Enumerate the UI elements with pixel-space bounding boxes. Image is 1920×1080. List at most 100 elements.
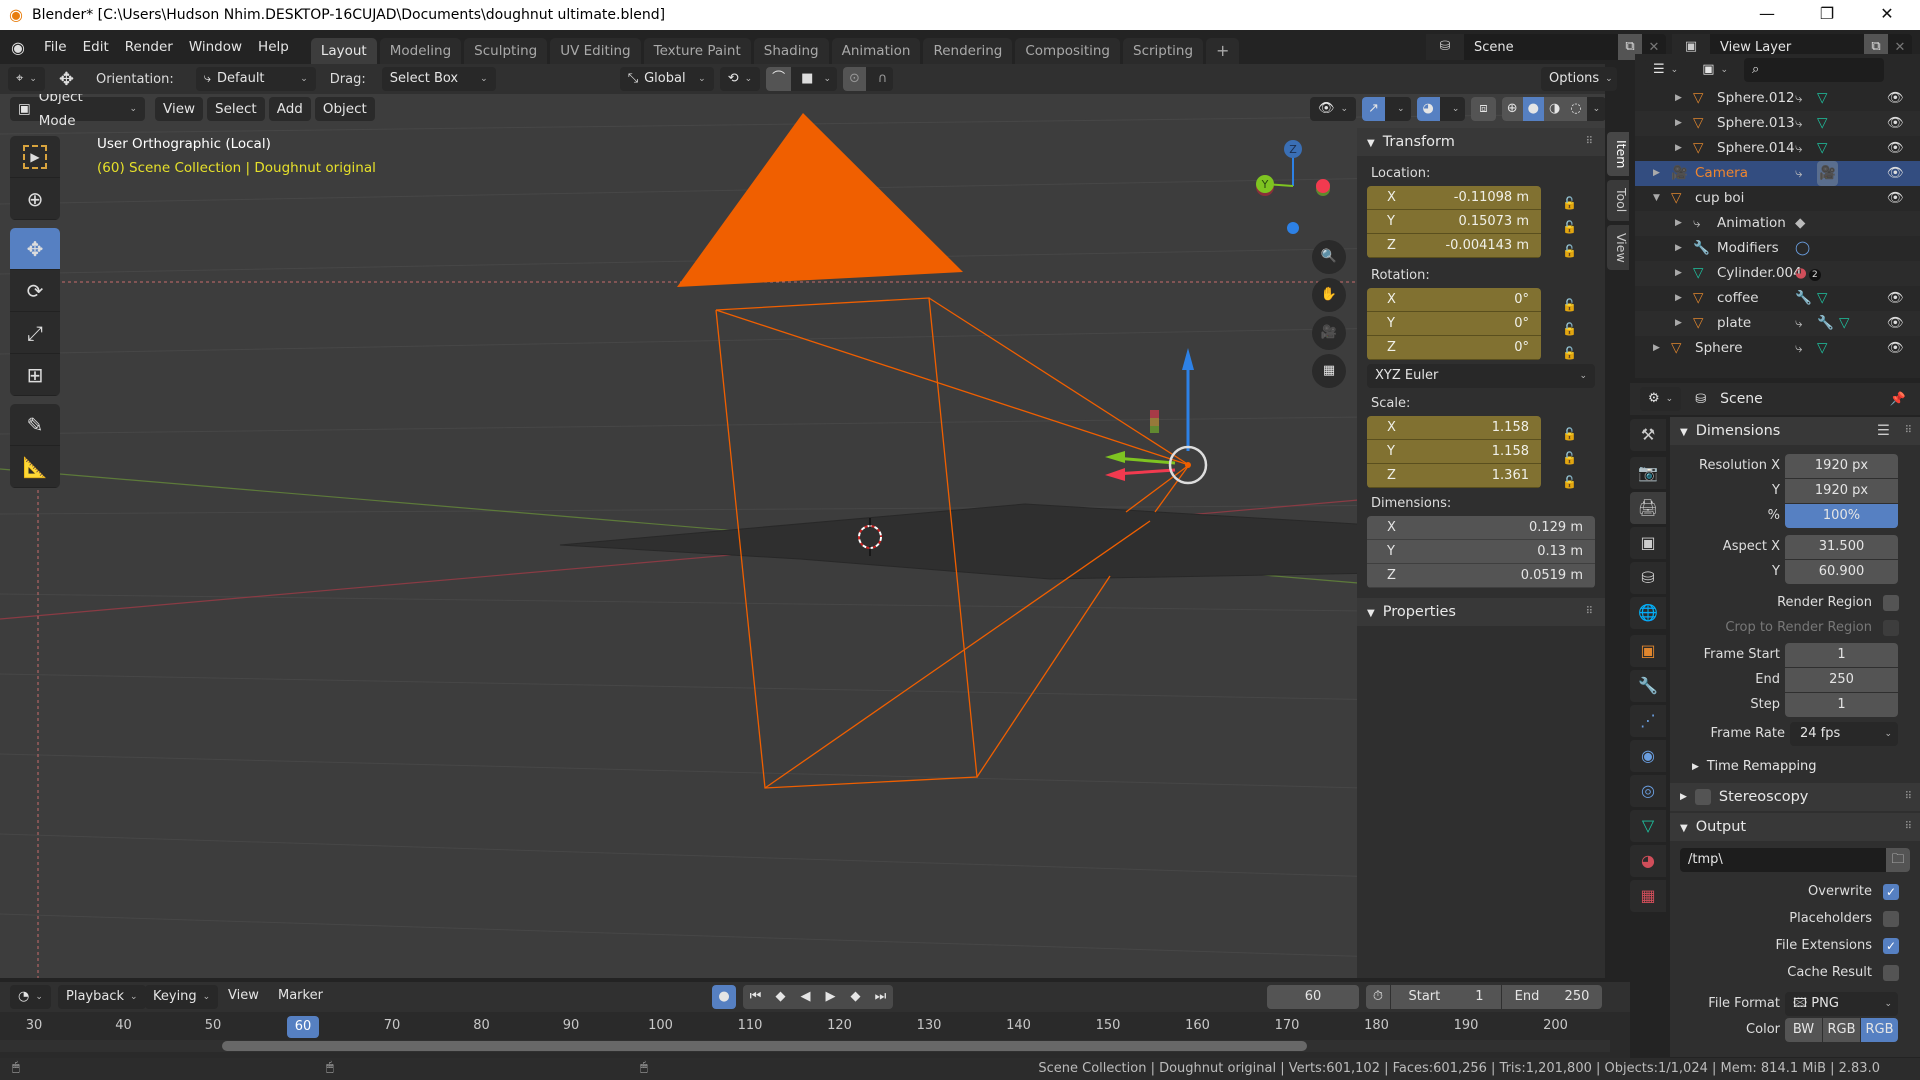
outliner-item-name[interactable]: Modifiers (1717, 236, 1779, 261)
outliner-item[interactable]: ▶ ▽ Sphere.012 ⤷ ▽ 👁 (1635, 86, 1920, 111)
tab-tool[interactable]: Tool (1607, 180, 1629, 221)
tab-uv-editing[interactable]: UV Editing (550, 38, 641, 64)
annotate-tool[interactable]: ✎ (10, 404, 60, 446)
visibility-eye-icon[interactable]: 👁 (1887, 336, 1904, 361)
resolution-y-field[interactable]: 1920 px (1785, 478, 1898, 503)
scale-tool[interactable]: ⤢ (10, 312, 60, 354)
output-path-input[interactable]: /tmp\ (1680, 847, 1886, 872)
prev-keyframe-icon[interactable]: ◆ (768, 985, 793, 1009)
transform-tool[interactable]: ⊞ (10, 354, 60, 396)
properties-editor-type[interactable]: ⚙ ⌄ (1640, 387, 1682, 411)
jump-start-icon[interactable]: ⏮ (743, 985, 768, 1009)
resolution-percent-slider[interactable]: 100% (1785, 503, 1898, 528)
drag-dropdown[interactable]: Select Box ⌄ (381, 67, 496, 91)
visibility-eye-icon[interactable]: 👁 (1887, 311, 1904, 336)
modifier-properties-tab[interactable]: 🔧 (1630, 670, 1666, 702)
aspect-x-field[interactable]: 31.500 (1785, 534, 1898, 559)
lock-location-x-icon[interactable]: 🔓 (1562, 196, 1577, 210)
cache-result-checkbox[interactable] (1883, 964, 1899, 981)
tab-view[interactable]: View (1607, 224, 1629, 271)
properties-panel-header[interactable]: ▼ Properties ⠿ (1357, 598, 1605, 626)
menu-object[interactable]: Object (314, 97, 375, 121)
end-frame-field[interactable]: End 250 (1502, 985, 1602, 1009)
outliner-item[interactable]: ▶ ⤷ Animation ◆ (1635, 211, 1920, 236)
color-rgb-button[interactable]: RGB (1823, 1017, 1860, 1042)
material-properties-tab[interactable]: ◕ (1630, 845, 1666, 877)
outliner-item[interactable]: ▶ ▽ Sphere.014 ⤷ ▽ 👁 (1635, 136, 1920, 161)
pan-hand-icon[interactable]: ✋ (1312, 278, 1346, 312)
start-frame-field[interactable]: Start 1 (1391, 985, 1501, 1009)
zoom-icon[interactable]: 🔍 (1312, 240, 1346, 274)
transform-orientation-dropdown[interactable]: ⤡ Global ⌄ (619, 67, 714, 91)
view-layer-name[interactable]: View Layer (1710, 40, 1864, 55)
file-format-dropdown[interactable]: 🖾 PNG ⌄ (1785, 991, 1898, 1016)
lock-rotation-z-icon[interactable]: 🔓 (1562, 346, 1577, 360)
frame-step-field[interactable]: 1 (1785, 692, 1898, 717)
color-bw-button[interactable]: BW (1785, 1017, 1822, 1042)
cursor-tool[interactable]: ⊕ (10, 178, 60, 220)
add-workspace-button[interactable]: + (1206, 38, 1240, 64)
current-frame-field[interactable]: 60 (1267, 985, 1359, 1009)
visibility-eye-icon[interactable]: 👁 (1887, 286, 1904, 311)
anim-icon[interactable]: ⤷ (1795, 311, 1803, 336)
visibility-eye-icon[interactable]: 👁 (1887, 136, 1904, 161)
world-properties-tab[interactable]: 🌐 (1630, 597, 1666, 629)
menu-render[interactable]: Render (117, 30, 181, 64)
close-icon[interactable]: ✕ (1864, 0, 1910, 30)
mesh-icon[interactable]: ▽ (1817, 111, 1827, 136)
expand-icon[interactable]: ▶ (1675, 311, 1682, 336)
resolution-x-field[interactable]: 1920 px (1785, 453, 1898, 478)
mesh-icon[interactable]: ▽ (1817, 336, 1827, 361)
tool-properties-tab[interactable]: ⚒ (1630, 419, 1666, 451)
outliner-item-name[interactable]: Sphere.013 (1717, 111, 1795, 136)
expand-icon[interactable]: ▶ (1675, 86, 1682, 111)
menu-select[interactable]: Select (207, 97, 265, 121)
expand-icon[interactable]: ▶ (1653, 161, 1660, 186)
select-box-tool[interactable]: ▶ (10, 136, 60, 178)
placeholders-checkbox[interactable] (1883, 910, 1899, 927)
tab-scripting[interactable]: Scripting (1123, 38, 1204, 64)
anim-icon[interactable]: ⤷ (1795, 161, 1803, 186)
folder-icon[interactable]: 🗀 (1886, 847, 1910, 872)
dimensions-panel-header[interactable]: ▼ Dimensions ☰ ⠿ (1670, 417, 1920, 445)
data-properties-tab[interactable]: ▽ (1630, 810, 1666, 842)
crop-region-checkbox[interactable] (1883, 619, 1899, 636)
visibility-eye-icon[interactable]: 👁 (1887, 111, 1904, 136)
particles-properties-tab[interactable]: ⋰ (1630, 705, 1666, 737)
tab-texture-paint[interactable]: Texture Paint (643, 38, 751, 64)
mode-dropdown[interactable]: ▣ Object Mode ⌄ (10, 94, 145, 129)
scene-selector[interactable]: ⛁ Scene ⧉ ✕ (1426, 34, 1666, 60)
visibility-dropdown[interactable]: 👁 ⌄ (1310, 97, 1357, 121)
expand-icon[interactable]: ▶ (1675, 211, 1682, 236)
ortho-grid-icon[interactable]: ▦ (1312, 354, 1346, 388)
falloff-icon[interactable]: ∩ (872, 67, 894, 91)
render-properties-tab[interactable]: 📷 (1630, 457, 1666, 489)
menu-view[interactable]: View (155, 97, 204, 121)
expand-icon[interactable]: ▶ (1675, 236, 1682, 261)
material-icon[interactable]: ◕ (1795, 261, 1807, 286)
filter-dropdown[interactable]: ▣ ⌄ (1694, 58, 1737, 82)
rotation-mode-dropdown[interactable]: XYZ Euler ⌄ (1367, 364, 1595, 388)
outliner-search-input[interactable]: ⌕ (1744, 58, 1885, 82)
snap-target-icon[interactable]: ■ (797, 67, 817, 91)
lock-location-z-icon[interactable]: 🔓 (1562, 244, 1577, 258)
tab-compositing[interactable]: Compositing (1015, 38, 1120, 64)
timeline-editor-type[interactable]: ◔ ⌄ (10, 985, 51, 1009)
tab-modeling[interactable]: Modeling (379, 38, 462, 64)
outliner-item-name[interactable]: Cylinder.004 (1717, 261, 1802, 286)
frame-rate-dropdown[interactable]: 24 fps ⌄ (1790, 721, 1898, 746)
dimensions-y-field[interactable]: Y 0.13 m (1367, 540, 1595, 564)
delete-scene-icon[interactable]: ✕ (1642, 40, 1666, 55)
mesh-icon[interactable]: ▽ (1839, 311, 1849, 336)
frame-end-field[interactable]: 250 (1785, 667, 1898, 692)
physics-properties-tab[interactable]: ◉ (1630, 740, 1666, 772)
playback-menu[interactable]: Playback ⌄ (58, 985, 146, 1009)
rotate-tool[interactable]: ⟳ (10, 270, 60, 312)
pivot-point-dropdown[interactable]: ⟲ ⌄ (719, 67, 761, 91)
menu-window[interactable]: Window (181, 30, 250, 64)
xray-toggle[interactable]: ⧈ (1471, 97, 1496, 121)
object-properties-tab[interactable]: ▣ (1630, 635, 1666, 667)
options-dropdown[interactable]: Options ⌄ (1541, 67, 1617, 91)
mesh-icon[interactable]: ▽ (1817, 86, 1827, 111)
camera-view-icon[interactable]: 🎥 (1312, 316, 1346, 350)
